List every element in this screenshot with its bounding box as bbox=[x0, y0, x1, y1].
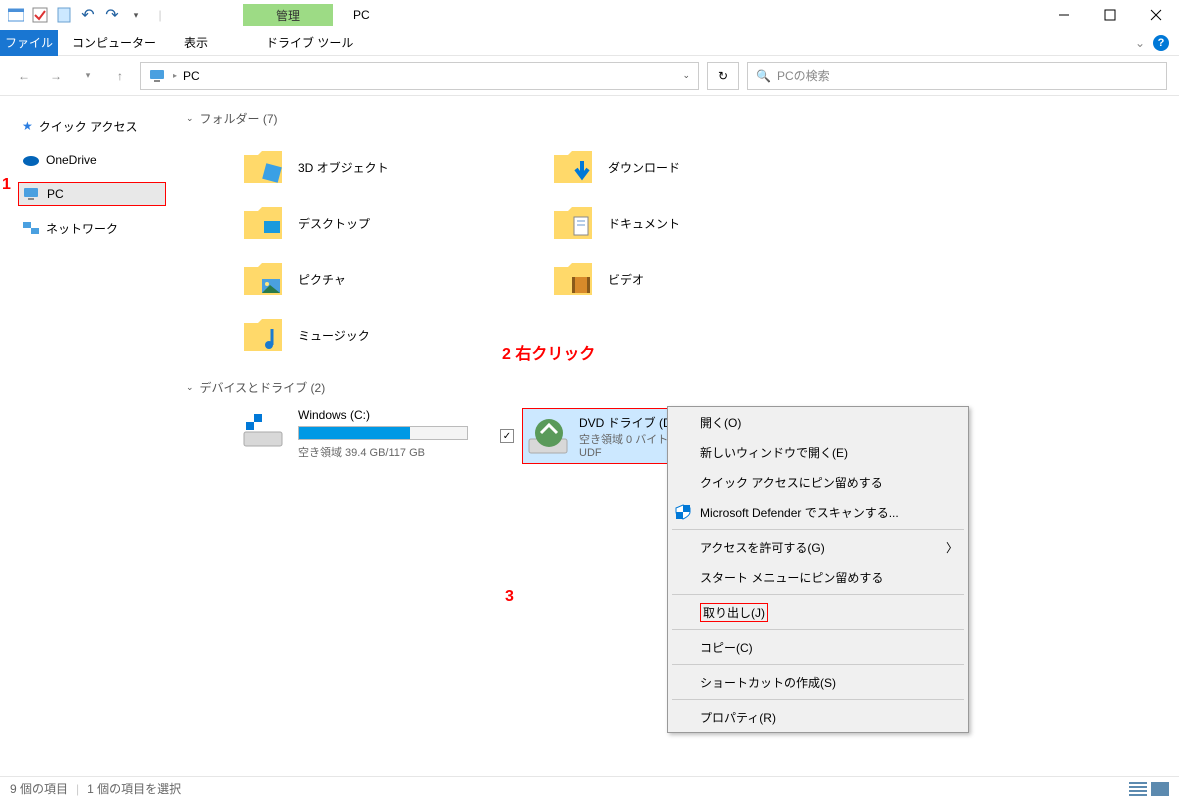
ribbon-tabs: ファイル コンピューター 表示 ドライブ ツール ⌄ ? bbox=[0, 30, 1179, 56]
close-button[interactable] bbox=[1133, 0, 1179, 30]
search-input[interactable]: 🔍 PCの検索 bbox=[747, 62, 1167, 90]
nav-forward-button[interactable]: → bbox=[44, 64, 68, 88]
group-folders[interactable]: ⌄ フォルダー (7) bbox=[186, 110, 1167, 127]
sidebar-quick-access[interactable]: ★ クイック アクセス bbox=[18, 114, 170, 138]
menu-eject[interactable]: 取り出し(J) bbox=[668, 597, 968, 627]
annotation-2: 2 右クリック bbox=[502, 340, 595, 364]
nav-history-dropdown[interactable]: ▾ bbox=[76, 64, 100, 88]
redo-icon[interactable]: ↷ bbox=[104, 7, 120, 23]
folder-videos[interactable]: ビデオ bbox=[552, 251, 862, 307]
sidebar-network[interactable]: ネットワーク bbox=[18, 216, 170, 240]
annotation-1: 1 bbox=[2, 176, 11, 194]
address-dropdown-icon[interactable]: ⌄ bbox=[682, 70, 690, 81]
folder-icon bbox=[552, 203, 594, 243]
minimize-button[interactable] bbox=[1041, 0, 1087, 30]
submenu-arrow-icon: 〉 bbox=[946, 539, 958, 556]
dvd-selection-checkbox[interactable]: ✓ bbox=[500, 429, 514, 443]
pc-path-icon bbox=[149, 68, 167, 84]
menu-pin-start[interactable]: スタート メニューにピン留めする bbox=[668, 562, 968, 592]
folder-3d-objects[interactable]: 3D オブジェクト bbox=[242, 139, 552, 195]
cloud-icon bbox=[22, 154, 40, 166]
star-icon: ★ bbox=[22, 119, 33, 133]
network-icon bbox=[22, 221, 40, 235]
tab-drive-tools[interactable]: ドライブ ツール bbox=[252, 30, 367, 56]
nav-up-button[interactable]: ↑ bbox=[108, 64, 132, 88]
properties-qat-icon[interactable] bbox=[56, 7, 72, 23]
pc-icon bbox=[23, 187, 41, 201]
menu-open-new-window[interactable]: 新しいウィンドウで開く(E) bbox=[668, 437, 968, 467]
folder-icon bbox=[242, 203, 284, 243]
folder-documents[interactable]: ドキュメント bbox=[552, 195, 862, 251]
folder-icon bbox=[552, 147, 594, 187]
view-icons-button[interactable] bbox=[1151, 782, 1169, 796]
maximize-button[interactable] bbox=[1087, 0, 1133, 30]
window-title: PC bbox=[353, 8, 370, 22]
context-menu: 開く(O) 新しいウィンドウで開く(E) クイック アクセスにピン留めする Mi… bbox=[667, 406, 969, 733]
folder-icon bbox=[552, 259, 594, 299]
folder-icon bbox=[242, 147, 284, 187]
status-item-count: 9 個の項目 bbox=[10, 780, 68, 797]
tab-view[interactable]: 表示 bbox=[170, 30, 222, 56]
menu-pin-quick-access[interactable]: クイック アクセスにピン留めする bbox=[668, 467, 968, 497]
chevron-down-icon: ⌄ bbox=[186, 382, 194, 393]
contextual-tab-manage[interactable]: 管理 bbox=[243, 4, 333, 26]
menu-defender-scan[interactable]: Microsoft Defender でスキャンする... bbox=[668, 497, 968, 527]
chevron-down-icon: ⌄ bbox=[186, 113, 194, 124]
app-icon bbox=[8, 7, 24, 23]
drive-c-name: Windows (C:) bbox=[298, 408, 482, 422]
folder-icon bbox=[242, 315, 284, 355]
title-bar: ↶ ↷ ▾ | 管理 PC bbox=[0, 0, 1179, 30]
content-pane: ⌄ フォルダー (7) 3D オブジェクト ダウンロード デスクトップ ドキュメ… bbox=[170, 96, 1179, 796]
drive-c[interactable]: Windows (C:) 空き領域 39.4 GB/117 GB bbox=[242, 408, 482, 464]
nav-back-button[interactable]: ← bbox=[12, 64, 36, 88]
tab-computer[interactable]: コンピューター bbox=[58, 30, 170, 56]
menu-properties[interactable]: プロパティ(R) bbox=[668, 702, 968, 732]
sidebar-onedrive[interactable]: OneDrive bbox=[18, 148, 170, 172]
tab-file[interactable]: ファイル bbox=[0, 30, 58, 56]
status-selected-count: 1 個の項目を選択 bbox=[87, 780, 181, 797]
sidebar-pc[interactable]: PC bbox=[18, 182, 166, 206]
status-bar: 9 個の項目 | 1 個の項目を選択 bbox=[0, 776, 1179, 800]
defender-shield-icon bbox=[674, 503, 692, 521]
view-details-button[interactable] bbox=[1129, 782, 1147, 796]
menu-open[interactable]: 開く(O) bbox=[668, 407, 968, 437]
group-devices[interactable]: ⌄ デバイスとドライブ (2) bbox=[186, 379, 1167, 396]
hdd-icon bbox=[242, 408, 284, 450]
drive-c-space: 空き領域 39.4 GB/117 GB bbox=[298, 444, 482, 460]
folder-desktop[interactable]: デスクトップ bbox=[242, 195, 552, 251]
menu-allow-access[interactable]: アクセスを許可する(G)〉 bbox=[668, 532, 968, 562]
address-bar: ← → ▾ ↑ ▸ PC ⌄ ↻ 🔍 PCの検索 bbox=[0, 56, 1179, 96]
annotation-3: 3 bbox=[505, 588, 514, 606]
ribbon-expand-icon[interactable]: ⌄ bbox=[1135, 36, 1145, 50]
menu-copy[interactable]: コピー(C) bbox=[668, 632, 968, 662]
checkbox-qat-icon[interactable] bbox=[32, 7, 48, 23]
dvd-drive-icon bbox=[527, 415, 569, 457]
search-icon: 🔍 bbox=[756, 69, 771, 83]
qat-dropdown-icon[interactable]: ▾ bbox=[128, 7, 144, 23]
navigation-pane: ★ クイック アクセス OneDrive PC ネットワーク bbox=[0, 96, 170, 796]
help-icon[interactable]: ? bbox=[1153, 35, 1169, 51]
address-field[interactable]: ▸ PC ⌄ bbox=[140, 62, 699, 90]
folder-downloads[interactable]: ダウンロード bbox=[552, 139, 862, 195]
folder-icon bbox=[242, 259, 284, 299]
refresh-button[interactable]: ↻ bbox=[707, 62, 739, 90]
drive-c-usage-bar bbox=[298, 426, 468, 440]
address-location: PC bbox=[183, 69, 200, 83]
folder-pictures[interactable]: ピクチャ bbox=[242, 251, 552, 307]
menu-create-shortcut[interactable]: ショートカットの作成(S) bbox=[668, 667, 968, 697]
undo-icon[interactable]: ↶ bbox=[80, 7, 96, 23]
